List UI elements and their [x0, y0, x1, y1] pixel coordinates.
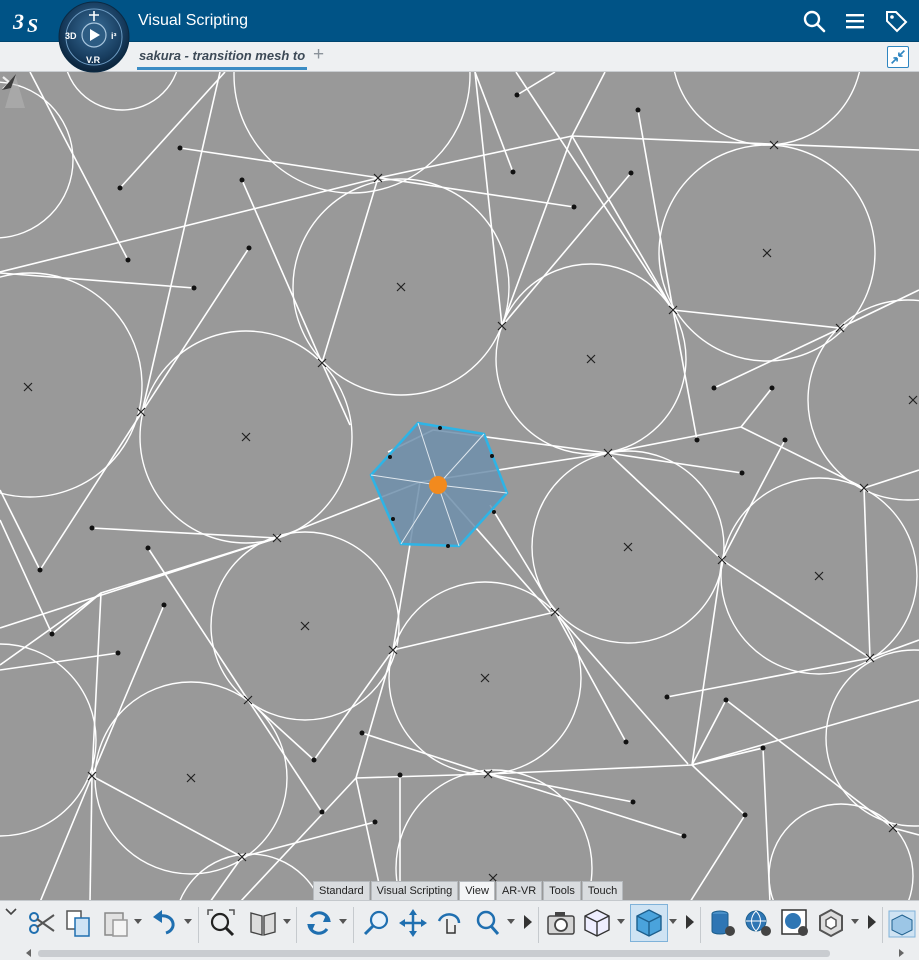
toolbar-tab-touch[interactable]: Touch — [581, 881, 624, 900]
separator — [353, 907, 354, 943]
separator — [198, 907, 199, 943]
paste-dropdown-icon[interactable] — [134, 919, 142, 925]
tab-sakura[interactable]: sakura - transition mesh to — [137, 42, 307, 72]
mesh-circle — [66, 72, 178, 111]
mesh-circle — [178, 853, 322, 902]
tab-label: sakura - transition mesh to — [139, 48, 305, 63]
render-settings-icon[interactable] — [779, 907, 811, 939]
undo-icon[interactable] — [150, 907, 182, 939]
tag-icon[interactable] — [884, 9, 908, 33]
menu-icon[interactable] — [843, 9, 867, 33]
ar-view-icon[interactable] — [887, 907, 917, 939]
add-tab-button[interactable]: + — [313, 44, 324, 66]
update-icon[interactable] — [303, 907, 335, 939]
compass-widget[interactable]: 3D V.R i³ — [58, 1, 130, 73]
separator — [538, 907, 539, 943]
tab-active-indicator — [137, 67, 307, 70]
catalog-dropdown-icon[interactable] — [283, 919, 291, 925]
zoom-dropdown-icon[interactable] — [507, 919, 515, 925]
app-title: Visual Scripting — [138, 12, 248, 29]
shading-dropdown-icon[interactable] — [669, 919, 677, 925]
shading-icon[interactable] — [633, 907, 665, 939]
mesh-circle — [768, 803, 914, 902]
database-settings-icon[interactable] — [706, 907, 738, 939]
capture-icon[interactable] — [545, 907, 577, 939]
mesh-circle — [233, 72, 471, 194]
title-bar: 3 S Visual Scripting — [0, 0, 919, 42]
cut-icon[interactable] — [26, 907, 58, 939]
view-dropdown-icon[interactable] — [617, 919, 625, 925]
toolbar-tab-tools[interactable]: Tools — [543, 881, 581, 900]
horizontal-scrollbar[interactable] — [24, 947, 906, 959]
svg-text:S: S — [27, 15, 38, 36]
mesh-circle — [825, 649, 919, 827]
globe-settings-icon[interactable] — [742, 907, 774, 939]
3ds-logo-icon[interactable]: 3 S — [12, 6, 46, 36]
pan-icon[interactable] — [397, 907, 429, 939]
selection-handle[interactable] — [429, 476, 447, 494]
expand-right-icon[interactable] — [685, 915, 695, 929]
selected-hexagon[interactable] — [369, 421, 509, 548]
fit-all-icon[interactable] — [205, 907, 237, 939]
toolbar-tab-ar-vr[interactable]: AR-VR — [495, 881, 543, 900]
search-icon[interactable] — [802, 9, 826, 33]
scroll-left-icon[interactable] — [24, 948, 34, 958]
toolbar-tab-standard[interactable]: Standard — [313, 881, 370, 900]
zoom-icon[interactable] — [361, 907, 393, 939]
toolbar-tab-view[interactable]: View — [459, 881, 495, 900]
copy-icon[interactable] — [62, 907, 94, 939]
expand-right-icon[interactable] — [867, 915, 877, 929]
catalog-icon[interactable] — [247, 907, 279, 939]
mesh-circle — [673, 72, 861, 146]
mesh-circle — [807, 299, 919, 501]
rotate-icon[interactable] — [433, 907, 465, 939]
action-bar — [0, 900, 919, 960]
mesh-circle — [0, 643, 97, 837]
undo-dropdown-icon[interactable] — [184, 919, 192, 925]
update-dropdown-icon[interactable] — [339, 919, 347, 925]
chevron-down-icon[interactable] — [4, 905, 18, 919]
scroll-thumb[interactable] — [38, 950, 830, 957]
app-window: 3 S Visual Scripting 3D V.R i³ sakura - … — [0, 0, 919, 960]
view-cube-icon[interactable] — [581, 907, 613, 939]
zoom-in-out-icon[interactable] — [472, 907, 504, 939]
cursor-arrow-icon — [2, 74, 16, 90]
compass-3d-label: 3D — [65, 31, 77, 41]
document-tab-bar: sakura - transition mesh to + — [0, 42, 919, 72]
compass-i3-label: i³ — [111, 31, 117, 41]
hexagon-dropdown-icon[interactable] — [851, 919, 859, 925]
scroll-right-icon[interactable] — [896, 948, 906, 958]
hexagon-icon[interactable] — [815, 907, 847, 939]
expand-right-icon[interactable] — [523, 915, 533, 929]
svg-text:3: 3 — [12, 9, 24, 34]
separator — [296, 907, 297, 943]
separator — [882, 907, 883, 943]
3d-viewport[interactable] — [0, 72, 919, 902]
mesh-canvas[interactable] — [0, 72, 919, 902]
mesh-circle — [0, 272, 143, 498]
paste-icon[interactable] — [100, 907, 132, 939]
toolbar-tab-visual-scripting[interactable]: Visual Scripting — [370, 881, 459, 900]
compass-vr-label: V.R — [86, 55, 101, 65]
collapse-icon[interactable] — [887, 46, 909, 68]
separator — [700, 907, 701, 943]
toolbar-tabs: Standard Visual Scripting View AR-VR Too… — [313, 881, 624, 900]
